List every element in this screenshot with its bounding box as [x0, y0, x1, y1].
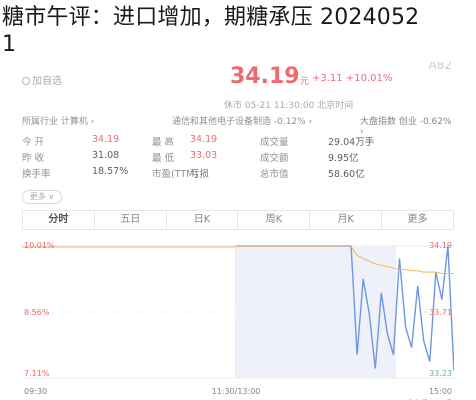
tab-intraday[interactable]: 分时	[23, 211, 95, 229]
price-change: +3.11 +10.01%	[312, 73, 393, 84]
x-tick-label: 15:00	[429, 387, 452, 396]
quote-value: 34.19	[92, 134, 120, 145]
quote-value: 9.95亿	[328, 153, 359, 164]
current-price: 34.19	[230, 64, 300, 89]
quote-label: 昨 收	[22, 153, 45, 164]
more-button[interactable]: 更多 ∨	[22, 190, 62, 204]
quote-label: 成交额	[260, 153, 289, 164]
y-tick-label-right: 33.71	[429, 308, 452, 317]
market-status: 休市 05-21 11:30:00 北京时间	[224, 101, 354, 111]
price-unit: 元	[300, 77, 310, 87]
quote-label: 换手率	[22, 169, 51, 180]
y-tick-label-left: 7.11%	[24, 369, 50, 378]
tab-more[interactable]: 更多	[382, 211, 453, 229]
quote-value: 33.03	[190, 150, 218, 161]
x-tick-label: 09:30	[24, 387, 47, 396]
quote-row: 今 开 34.19 最 高 34.19 成交量 29.04万手	[22, 134, 454, 150]
quote-label: 最 低	[152, 153, 175, 164]
quote-value: 34.19	[190, 134, 218, 145]
plus-circle-icon	[22, 77, 30, 85]
chart-tabs: 分时 五日 日K 周K 月K 更多	[22, 210, 454, 230]
tab-daily-k[interactable]: 日K	[167, 211, 239, 229]
tab-monthly-k[interactable]: 月K	[310, 211, 383, 229]
intraday-chart: 10.01% 8.56% 7.11% 34.19 33.71 33.23 09:30 11:3…	[22, 238, 454, 400]
quote-row: 换手率 18.57% 市盈(TTM) 亏损 总市值 58.60亿	[22, 166, 454, 182]
quote-value: 29.04万手	[328, 137, 375, 148]
y-tick-label-right: 34.19	[429, 241, 452, 250]
quote-label: 成交量	[260, 137, 289, 148]
concept-link[interactable]: 通信和其他电子设备制造 -0.12% ›	[172, 114, 312, 127]
y-tick-label-left: 10.01%	[24, 241, 55, 250]
quote-value: 亏损	[190, 169, 210, 180]
y-tick-label-left: 8.56%	[24, 308, 50, 317]
stock-screenshot: A82 加自选 34.19 元 +3.11 +10.01% 休市 05-21 1…	[18, 62, 458, 400]
add-favorite-label: 加自选	[32, 76, 62, 87]
quote-label: 今 开	[22, 137, 45, 148]
quote-value: 31.08	[92, 150, 120, 161]
y-tick-label-right: 33.23	[429, 369, 452, 378]
quote-row: 昨 收 31.08 最 低 33.03 成交额 9.95亿	[22, 150, 454, 166]
quote-label: 最 高	[152, 137, 175, 148]
quote-table: 今 开 34.19 最 高 34.19 成交量 29.04万手 昨 收 31.0…	[22, 134, 454, 182]
tab-weekly-k[interactable]: 周K	[238, 211, 311, 229]
chart-shaded-region	[236, 246, 396, 378]
stock-code: A82	[428, 62, 452, 72]
quote-label: 总市值	[260, 169, 289, 180]
article-title-line2: 1	[2, 32, 17, 57]
quote-value: 58.60亿	[328, 169, 365, 180]
intraday-chart-svg: 10.01% 8.56% 7.11% 34.19 33.71 33.23 09:30 11:3…	[22, 241, 454, 400]
add-favorite-button[interactable]: 加自选	[22, 72, 62, 87]
industry-link[interactable]: 所属行业 计算机 ›	[22, 114, 94, 127]
article-title: 糖市午评：进口增加，期糖承压 2024052 1	[2, 4, 472, 58]
x-tick-label: 11:30/13:00	[212, 387, 261, 396]
quote-value: 18.57%	[92, 166, 129, 177]
tab-five-day[interactable]: 五日	[95, 211, 167, 229]
article-title-line1: 糖市午评：进口增加，期糖承压 2024052	[2, 5, 420, 30]
